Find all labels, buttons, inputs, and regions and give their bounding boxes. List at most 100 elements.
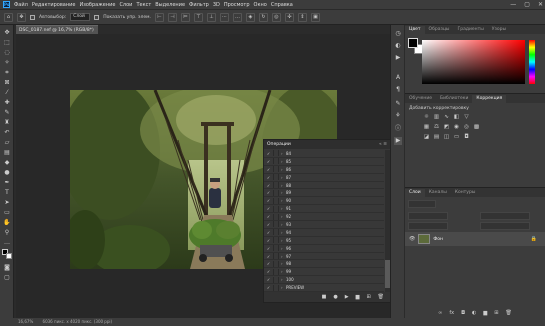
lock-options[interactable]	[408, 222, 448, 230]
action-row[interactable]: ✓ › 96	[264, 245, 384, 253]
delete-layer-icon[interactable]: 🗑	[505, 310, 511, 316]
dialog-toggle[interactable]	[273, 158, 279, 165]
dialog-toggle[interactable]	[273, 284, 279, 291]
lasso-tool-icon[interactable]: ◌	[2, 48, 12, 57]
action-enabled-check[interactable]: ✓	[264, 175, 273, 180]
dialog-toggle[interactable]	[273, 205, 279, 212]
action-row[interactable]: ✓ › 87	[264, 174, 384, 182]
crop-tool-icon[interactable]: ⌗	[2, 68, 12, 77]
action-row[interactable]: ✓ › 84	[264, 150, 384, 158]
tab-color[interactable]: Цвет	[405, 26, 425, 34]
gradient-tool-icon[interactable]: ▤	[2, 148, 12, 157]
pen-tool-icon[interactable]: ✒	[2, 178, 12, 187]
brightness-icon[interactable]: ☼	[423, 114, 430, 121]
action-enabled-check[interactable]: ✓	[264, 254, 273, 259]
opacity-field[interactable]	[480, 212, 530, 220]
menu-item-window[interactable]: Окно	[254, 2, 267, 8]
healing-brush-tool-icon[interactable]: ✚	[2, 98, 12, 107]
add-mask-icon[interactable]: ◘	[461, 310, 465, 316]
action-row[interactable]: ✓ › 90	[264, 197, 384, 206]
action-enabled-check[interactable]: ✓	[264, 285, 273, 290]
brushes-icon[interactable]: ✎	[394, 100, 402, 108]
minimize-icon[interactable]: —	[510, 1, 516, 8]
tab-channels[interactable]: Каналы	[425, 189, 451, 197]
gradient-map-icon[interactable]: ▭	[453, 134, 460, 141]
new-fill-layer-icon[interactable]: ◐	[472, 310, 476, 316]
autoselect-select[interactable]: Слой	[70, 13, 91, 21]
dialog-toggle[interactable]	[273, 268, 279, 275]
document-tab[interactable]: DSC_0187.nef @ 16,7% (RGB/8*) ×	[16, 25, 98, 42]
action-row[interactable]: ✓ › 85	[264, 158, 384, 166]
fx-icon[interactable]: fx	[449, 310, 454, 316]
new-action-icon[interactable]: ⊞	[366, 294, 370, 300]
selective-color-icon[interactable]: ◘	[463, 134, 470, 141]
distribute-icon[interactable]: ⋯	[219, 12, 229, 22]
new-layer-icon[interactable]: ⊞	[494, 310, 498, 316]
blend-mode-select[interactable]	[408, 212, 448, 220]
history-icon[interactable]: ◷	[394, 30, 402, 38]
action-enabled-check[interactable]: ✓	[264, 183, 273, 188]
align-middle-icon[interactable]: ⊥	[206, 12, 216, 22]
delete-icon[interactable]: 🗑	[378, 294, 384, 300]
levels-icon[interactable]: ▥	[433, 114, 440, 121]
action-enabled-check[interactable]: ✓	[264, 269, 273, 274]
dialog-toggle[interactable]	[273, 245, 279, 252]
move-tool-preset-icon[interactable]: ✥	[17, 12, 26, 22]
dialog-toggle[interactable]	[273, 221, 279, 228]
action-enabled-check[interactable]: ✓	[264, 238, 273, 243]
dialog-toggle[interactable]	[273, 189, 279, 196]
menu-item-view[interactable]: Просмотр	[224, 2, 250, 8]
stop-icon[interactable]: ■	[322, 294, 327, 300]
align-right-icon[interactable]: ⊨	[180, 12, 190, 22]
dialog-toggle[interactable]	[273, 276, 279, 283]
action-row[interactable]: ✓ › 95	[264, 237, 384, 245]
magic-wand-tool-icon[interactable]: ✧	[2, 58, 12, 67]
action-row[interactable]: ✓ › 86	[264, 166, 384, 174]
eyedropper-tool-icon[interactable]: ⁄	[2, 88, 12, 97]
panel-menu-icon[interactable]: « ≡	[379, 142, 390, 147]
menu-item-edit[interactable]: Редактирование	[32, 2, 76, 8]
action-row[interactable]: ✓ › 94	[264, 229, 384, 237]
align-top-icon[interactable]: ⊤	[193, 12, 203, 22]
action-row[interactable]: ✓ › 91	[264, 205, 384, 214]
link-layers-icon[interactable]: ∞	[438, 310, 442, 316]
hue-saturation-icon[interactable]: ▦	[423, 124, 430, 131]
new-group-icon[interactable]: ▆	[483, 310, 487, 316]
layer-filter-select[interactable]	[408, 200, 436, 208]
invert-icon[interactable]: ◪	[423, 134, 430, 141]
action-enabled-check[interactable]: ✓	[264, 222, 273, 227]
3d-scale-icon[interactable]: ▣	[310, 12, 320, 22]
dodge-tool-icon[interactable]: ●	[2, 168, 12, 177]
autoselect-checkbox[interactable]	[30, 14, 35, 20]
quick-mask-icon[interactable]: ◙	[2, 263, 12, 272]
tab-swatches[interactable]: Образцы	[425, 26, 454, 34]
info-icon[interactable]: ⓘ	[394, 125, 402, 133]
action-row[interactable]: ✓ › 99	[264, 268, 384, 277]
tab-paths[interactable]: Контуры	[451, 189, 480, 197]
action-enabled-check[interactable]: ✓	[264, 230, 273, 235]
hand-tool-icon[interactable]: ✋	[2, 218, 12, 227]
action-enabled-check[interactable]: ✓	[264, 206, 273, 211]
threshold-icon[interactable]: ◫	[443, 134, 450, 141]
tab-learn[interactable]: Обучение	[405, 95, 436, 103]
dialog-toggle[interactable]	[273, 237, 279, 244]
more-tools-icon[interactable]: …	[2, 238, 12, 247]
action-row[interactable]: ✓ › PREVIEW	[264, 284, 384, 293]
color-swatches-icon[interactable]	[2, 249, 12, 259]
3d-rotate-icon[interactable]: ↻	[258, 12, 268, 22]
channel-mixer-icon[interactable]: ◎	[463, 124, 470, 131]
actions-active-icon[interactable]: ▶	[394, 137, 402, 145]
action-row[interactable]: ✓ › 88	[264, 182, 384, 190]
menu-item-image[interactable]: Изображение	[79, 2, 115, 8]
type-tool-icon[interactable]: T	[2, 188, 12, 197]
screen-mode-icon[interactable]: ▢	[2, 273, 12, 282]
action-enabled-check[interactable]: ✓	[264, 261, 273, 266]
character-icon[interactable]: A	[394, 74, 402, 82]
action-enabled-check[interactable]: ✓	[264, 151, 273, 156]
action-enabled-check[interactable]: ✓	[264, 167, 273, 172]
tab-layers[interactable]: Слои	[405, 189, 425, 197]
menu-item-layers[interactable]: Слои	[119, 2, 132, 8]
tab-gradients[interactable]: Градиенты	[454, 26, 488, 34]
visibility-eye-icon[interactable]: 👁	[409, 236, 415, 242]
menu-item-help[interactable]: Справка	[271, 2, 293, 8]
